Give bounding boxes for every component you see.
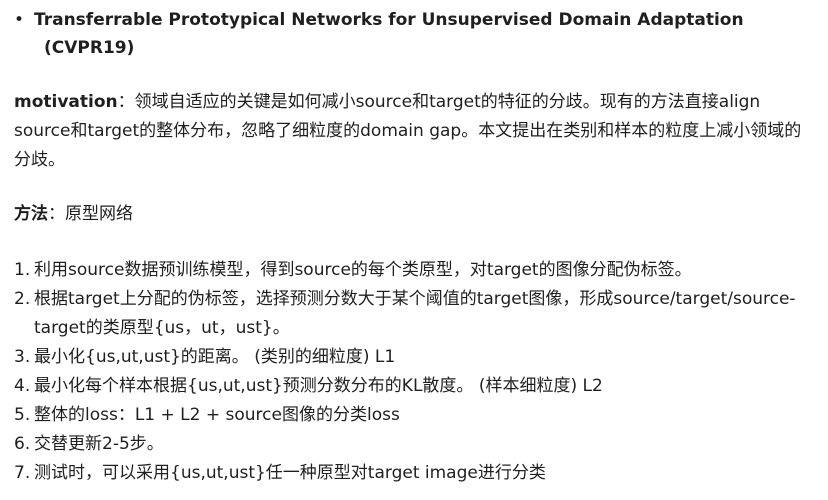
list-item: 3. 最小化{us,ut,ust}的距离。 (类别的细粒度) L1 [14, 343, 816, 372]
method-label: 方法 [14, 204, 48, 224]
list-item: 5. 整体的loss：L1 + L2 + source图像的分类loss [14, 401, 816, 430]
bullet-icon: • [14, 10, 25, 30]
list-number: 7. [14, 463, 31, 483]
list-number: 4. [14, 376, 31, 396]
list-item: 7. 测试时，可以采用{us,ut,ust}任一种原型对target image进… [14, 459, 816, 488]
motivation-separator: ： [117, 92, 135, 112]
method-paragraph: 方法：原型网络 [14, 200, 816, 229]
list-item: 2. 根据target上分配的伪标签，选择预测分数大于某个阈值的target图像，… [14, 285, 816, 343]
motivation-label: motivation [14, 92, 118, 112]
steps-list: 1. 利用source数据预训练模型，得到source的每个类原型，对target… [14, 256, 816, 488]
section-heading: • Transferrable Prototypical Networks for… [14, 6, 814, 62]
list-text: 整体的loss：L1 + L2 + source图像的分类loss [34, 405, 400, 425]
list-text: 利用source数据预训练模型，得到source的每个类原型，对target的图… [34, 260, 692, 280]
document-page: • Transferrable Prototypical Networks for… [0, 0, 828, 500]
list-number: 5. [14, 405, 31, 425]
list-text: 交替更新2-5步。 [34, 434, 164, 454]
method-text: 原型网络 [65, 204, 133, 224]
list-text: 根据target上分配的伪标签，选择预测分数大于某个阈值的target图像，形成… [34, 289, 796, 338]
motivation-paragraph: motivation：领域自适应的关键是如何减小source和target的特征… [14, 88, 816, 175]
heading-title: Transferrable Prototypical Networks for … [34, 10, 744, 30]
list-number: 6. [14, 434, 31, 454]
list-text: 最小化{us,ut,ust}的距离。 (类别的细粒度) L1 [34, 347, 396, 367]
list-number: 2. [14, 289, 31, 309]
list-text: 最小化每个样本根据{us,ut,ust}预测分数分布的KL散度。 (样本细粒度)… [34, 376, 603, 396]
heading-venue: (CVPR19) [44, 38, 135, 58]
list-item: 6. 交替更新2-5步。 [14, 430, 816, 459]
list-text: 测试时，可以采用{us,ut,ust}任一种原型对target image进行分… [34, 463, 546, 483]
list-number: 1. [14, 260, 31, 280]
list-item: 1. 利用source数据预训练模型，得到source的每个类原型，对target… [14, 256, 816, 285]
method-separator: ： [48, 204, 65, 224]
list-number: 3. [14, 347, 31, 367]
list-item: 4. 最小化每个样本根据{us,ut,ust}预测分数分布的KL散度。 (样本细粒… [14, 372, 816, 401]
